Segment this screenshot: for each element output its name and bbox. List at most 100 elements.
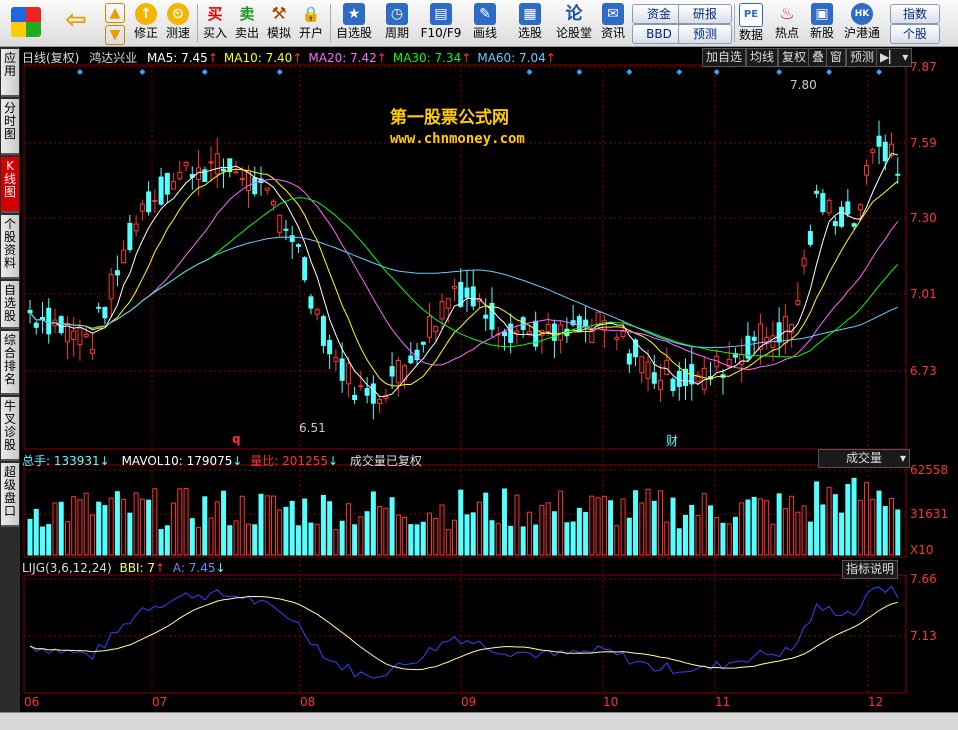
main-button-4[interactable]: 窗 (826, 48, 847, 67)
volume-bar (514, 494, 520, 556)
volume-bar (183, 487, 189, 556)
candle-body (864, 165, 870, 176)
volume-bar (58, 501, 64, 556)
tab-apps[interactable]: 应用 (1, 49, 19, 97)
chart-area[interactable]: 日线(复权) 鸿达兴业 MA5: 7.45↑ MA10: 7.40↑ MA20: 7… (20, 47, 958, 712)
event-mark-financial[interactable]: 财 (666, 432, 678, 449)
stock-button[interactable]: 个股 (890, 24, 940, 44)
volume-bar (370, 491, 376, 556)
volume-bar (96, 501, 102, 556)
volume-bar (695, 515, 701, 556)
volume-bar (820, 504, 826, 556)
volume-bar (764, 500, 770, 556)
volume-bar (327, 501, 333, 556)
toolbar-fix-button[interactable]: ↑ 修正 (130, 1, 162, 45)
candle-body (795, 300, 801, 305)
toolbar-simulate-button[interactable]: ⚒ 模拟 (264, 1, 294, 45)
volume-bar (308, 522, 314, 556)
research-button[interactable]: 研报 (678, 4, 732, 24)
candle-body (645, 361, 651, 379)
stock-name: 鸿达兴业 (89, 51, 138, 65)
volume-bar (252, 524, 258, 556)
candle-body (377, 398, 383, 405)
toolbar-label: 买入 (202, 26, 227, 40)
tab-intraday[interactable]: 分时图 (1, 99, 19, 155)
volume-bar (83, 492, 89, 556)
app-logo[interactable] (6, 1, 46, 45)
volume-bar (670, 497, 676, 556)
volume-bar (857, 499, 863, 556)
volume-bar (283, 506, 289, 556)
toolbar-sell-button[interactable]: 卖 卖出 (232, 1, 262, 45)
toolbar-forum-button[interactable]: 论 论股堂 (554, 1, 594, 45)
candle-body (152, 199, 158, 202)
fire-icon: ♨ (779, 4, 795, 24)
ma-legend: MA5: 7.45↑ MA10: 7.40↑ MA20: 7.42↑ MA30: 7.… (141, 51, 556, 65)
volume-bar (358, 516, 364, 556)
tab-diagnosis[interactable]: 牛叉诊股 (1, 397, 19, 461)
main-button-3[interactable]: 叠 (808, 48, 829, 67)
candle-body (46, 307, 52, 335)
volume-bar (270, 495, 276, 556)
candle-body (870, 149, 876, 153)
watermark-url: www.chnmoney.com (390, 131, 525, 147)
volume-bar (789, 495, 795, 556)
volume-bar (64, 521, 70, 556)
star-icon: ★ (343, 3, 365, 25)
volume-bar (882, 506, 888, 556)
volume-bar (826, 487, 832, 556)
toolbar-buy-button[interactable]: 买 买入 (200, 1, 230, 45)
main-button-5[interactable]: 预测 (846, 48, 879, 67)
main-button-1[interactable]: 均线 (746, 48, 779, 67)
event-mark-q[interactable]: q (232, 432, 241, 446)
toolbar-hotspot-button[interactable]: ♨ 热点 (770, 1, 804, 45)
candle-body (164, 172, 170, 195)
panel-nav-button[interactable]: ▶▏ ▾ (876, 48, 913, 67)
candle-body (333, 357, 339, 362)
toolbar-hk-connect-button[interactable]: HK 沪港通 (840, 1, 884, 45)
toolbar-period-button[interactable]: ◷ 周期 (378, 1, 416, 45)
tab-level2[interactable]: 超级盘口 (1, 463, 19, 527)
arrow-up-icon: ↑ (155, 561, 166, 575)
back-button[interactable]: ⇦ (56, 1, 96, 45)
toolbar-draw-button[interactable]: ✎ 画线 (466, 1, 504, 45)
volume-bar (539, 504, 545, 556)
volume-bar (295, 525, 301, 556)
arrow-up-icon: ↑ (292, 51, 303, 65)
volume-indicator-select[interactable]: 成交量 ▾ (818, 449, 910, 468)
tab-ranking[interactable]: 综合排名 (1, 331, 19, 395)
main-button-2[interactable]: 复权 (778, 48, 811, 67)
volume-bar (489, 520, 495, 556)
index-button[interactable]: 指数 (890, 4, 940, 24)
forecast-button[interactable]: 预测 (678, 24, 732, 44)
candle-body (589, 330, 595, 344)
volume-bar (402, 516, 408, 556)
min-price-label: 6.51 (299, 421, 326, 435)
candle-body (464, 287, 470, 298)
toolbar-ipo-button[interactable]: ▣ 新股 (806, 1, 838, 45)
toolbar-speed-button[interactable]: ⏲ 测速 (162, 1, 194, 45)
signal-diamond-icon (713, 69, 720, 75)
tab-kline[interactable]: K线图 (1, 157, 19, 213)
main-button-0[interactable]: 加自选 (702, 48, 747, 67)
chevron-down-icon: ▾ (902, 50, 909, 64)
toolbar-open-account-button[interactable]: 🔒 开户 (296, 1, 326, 45)
toolbar-f10-button[interactable]: ▤ F10/F9 (418, 1, 464, 45)
tab-watchlist[interactable]: 自选股 (1, 281, 19, 329)
page-up-button[interactable]: ▲ ▼ (100, 1, 130, 45)
volume-bar (345, 503, 351, 556)
volume-bar (33, 509, 39, 556)
toolbar-screen-button[interactable]: ▦ 选股 (508, 1, 552, 45)
volume-bar (333, 529, 339, 556)
toolbar-news-button[interactable]: ✉ 资讯 (596, 1, 630, 45)
toolbar-watchlist-button[interactable]: ★ 自选股 (332, 1, 376, 45)
tab-profile[interactable]: 个股资料 (1, 215, 19, 279)
toolbar-data-button[interactable]: PE 数据 (736, 1, 766, 45)
candle-body (183, 161, 189, 167)
volume-bar (352, 524, 358, 556)
volume-bar (526, 511, 532, 556)
indicator-help-button[interactable]: 指标说明 (842, 560, 899, 579)
candle-body (782, 316, 788, 344)
volume-bar (651, 500, 657, 556)
volume-bar (551, 511, 557, 556)
